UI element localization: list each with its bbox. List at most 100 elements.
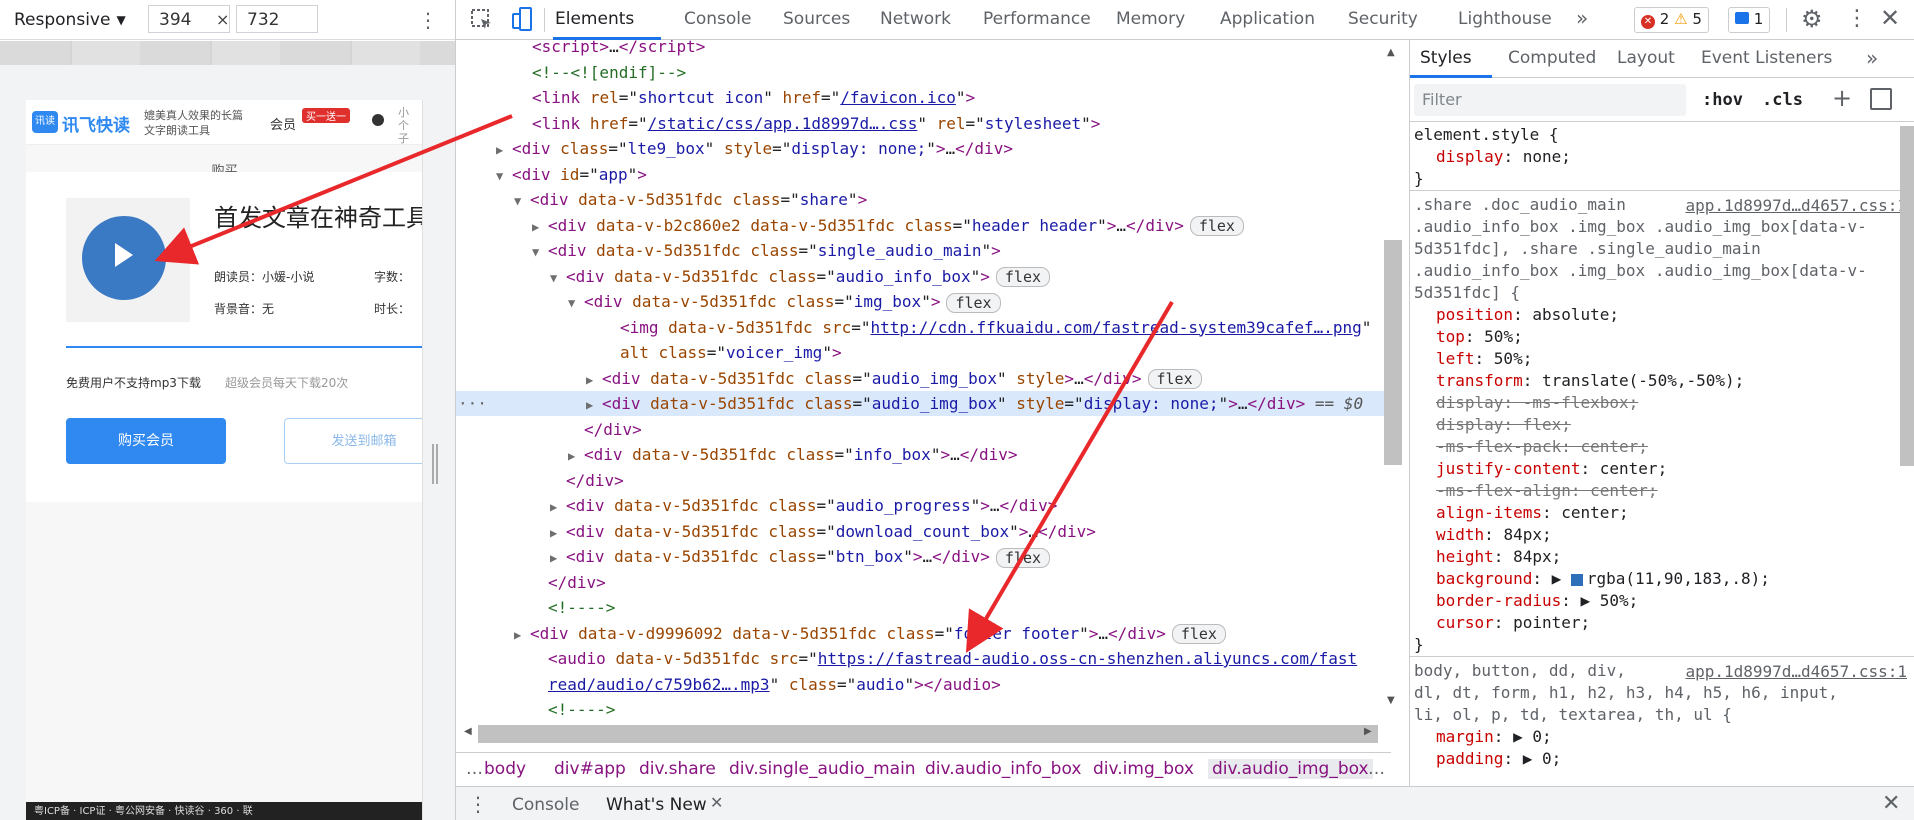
dom-node[interactable]: ▶ <div data-v-b2c860e2 data-v-5d351fdc cl… <box>456 213 1391 238</box>
drawer-menu-icon[interactable]: ⋮ <box>468 792 488 816</box>
style-declaration[interactable]: display: -ms-flexbox; <box>1436 392 1638 414</box>
buy-member-button[interactable]: 购买会员 <box>66 418 226 464</box>
dom-node[interactable]: read/audio/c759b62….mp3" class="audio"><… <box>456 672 1391 697</box>
tab-application[interactable]: Application <box>1220 9 1315 29</box>
style-declaration[interactable]: position: absolute; <box>1436 304 1619 326</box>
hov-toggle[interactable]: :hov <box>1702 90 1743 110</box>
new-style-rule-icon[interactable]: + <box>1832 84 1852 112</box>
rule-source-link[interactable]: app.1d8997d…d4657.css:1 <box>1685 196 1907 215</box>
style-declaration[interactable]: cursor: pointer; <box>1436 612 1590 634</box>
inspect-element-icon[interactable] <box>470 8 494 32</box>
issues-counter[interactable]: ✕ 2 ⚠ 5 <box>1634 7 1709 33</box>
dom-node[interactable]: <script>…</script> <box>456 40 1391 59</box>
messages-counter[interactable]: 1 <box>1728 7 1771 33</box>
username[interactable]: 小个子 <box>398 106 410 145</box>
dom-node[interactable]: <audio data-v-5d351fdc src="https://fast… <box>456 646 1391 671</box>
style-declaration[interactable]: background: ▶ rgba(11,90,183,.8); <box>1436 568 1770 590</box>
dom-tree[interactable]: <script>…</script> <!--<![endif]--> <link … <box>456 40 1391 725</box>
close-whats-new-icon[interactable]: ✕ <box>710 793 723 812</box>
dom-node[interactable]: ▶ <div data-v-5d351fdc class="info_box">…… <box>456 442 1391 467</box>
scroll-up-icon[interactable]: ▲ <box>1387 47 1395 58</box>
rule-selector[interactable]: li, ol, p, td, textarea, th, ul { <box>1414 704 1732 726</box>
toggle-sidebar-icon[interactable] <box>1870 88 1892 110</box>
breadcrumb-item[interactable]: div.single_audio_main <box>729 759 916 779</box>
dom-horizontal-scrollbar[interactable] <box>478 725 1378 743</box>
style-declaration[interactable]: margin: ▶ 0; <box>1436 726 1552 748</box>
breadcrumb-more-left[interactable]: … <box>466 759 483 779</box>
dom-node[interactable]: </div> <box>456 417 1391 442</box>
tab-computed[interactable]: Computed <box>1508 48 1596 68</box>
tab-memory[interactable]: Memory <box>1116 9 1185 29</box>
device-toolbar-icon[interactable] <box>510 6 534 34</box>
tab-sources[interactable]: Sources <box>783 9 850 29</box>
style-declaration[interactable]: display: none; <box>1436 146 1571 168</box>
tab-elements[interactable]: Elements <box>555 9 634 29</box>
dom-node[interactable]: ▼ <div data-v-5d351fdc class="share"> <box>456 187 1391 212</box>
audio-progress-bar[interactable] <box>66 346 422 348</box>
device-menu-icon[interactable]: ⋮ <box>418 8 438 32</box>
styles-scrollbar-thumb[interactable] <box>1900 126 1914 466</box>
audio-img-box[interactable] <box>82 216 166 300</box>
dom-node[interactable]: ▼ <div id="app"> <box>456 162 1391 187</box>
site-logo-icon[interactable]: 讯读 <box>32 111 58 133</box>
breadcrumb-item-active[interactable]: div.audio_img_box <box>1208 759 1373 779</box>
site-brand[interactable]: 讯飞快读 <box>62 111 130 136</box>
element-style-selector[interactable]: element.style { <box>1414 124 1559 146</box>
rule-selector[interactable]: 5d351fdc] { <box>1414 282 1520 304</box>
dom-node[interactable]: <!----> <box>456 595 1391 620</box>
tab-console[interactable]: Console <box>684 9 752 29</box>
breadcrumb-item[interactable]: div.audio_info_box <box>925 759 1081 779</box>
style-declaration[interactable]: -ms-flex-pack: center; <box>1436 436 1648 458</box>
user-icon[interactable] <box>372 114 384 126</box>
dom-scrollbar-thumb[interactable] <box>1384 240 1402 465</box>
cls-toggle[interactable]: .cls <box>1762 90 1803 110</box>
dropdown-triangle-icon[interactable]: ▼ <box>116 13 125 27</box>
style-declaration[interactable]: display: flex; <box>1436 414 1571 436</box>
breadcrumb-item[interactable]: div#app <box>554 759 626 779</box>
scroll-down-icon[interactable]: ▼ <box>1387 695 1395 706</box>
dom-node[interactable]: </div> <box>456 570 1391 595</box>
dom-node[interactable]: ▶ <div data-v-d9996092 data-v-5d351fdc cl… <box>456 621 1391 646</box>
dom-node[interactable]: ▶ <div data-v-5d351fdc class="audio_progr… <box>456 493 1391 518</box>
media-query-ruler[interactable] <box>0 41 455 65</box>
breadcrumb-more-right[interactable]: … <box>1368 759 1385 779</box>
play-icon[interactable] <box>115 243 133 267</box>
dom-node[interactable]: ▶ <div data-v-5d351fdc class="audio_img_b… <box>456 366 1391 391</box>
tab-lighthouse[interactable]: Lighthouse <box>1458 9 1552 29</box>
style-declaration[interactable]: border-radius: ▶ 50%; <box>1436 590 1638 612</box>
tab-styles[interactable]: Styles <box>1420 48 1472 68</box>
dom-node-selected[interactable]: ··· ▶ <div data-v-5d351fdc class="audio_im… <box>456 391 1391 416</box>
responsive-dropdown[interactable]: Responsive <box>14 10 110 30</box>
style-declaration[interactable]: top: 50%; <box>1436 326 1523 348</box>
tab-layout[interactable]: Layout <box>1617 48 1675 68</box>
rule-source-link[interactable]: app.1d8997d…d4657.css:1 <box>1685 662 1907 681</box>
dom-node[interactable]: <link rel="shortcut icon" href="/favicon… <box>456 85 1391 110</box>
rule-close[interactable]: } <box>1414 634 1424 656</box>
rule-selector[interactable]: .share .doc_audio_main <box>1414 194 1626 216</box>
dom-node[interactable]: <img data-v-5d351fdc src="http://cdn.ffk… <box>456 315 1391 340</box>
close-drawer-icon[interactable]: ✕ <box>1882 791 1900 816</box>
tab-event-listeners[interactable]: Event Listeners <box>1701 48 1832 68</box>
dom-node[interactable]: ▶ <div data-v-5d351fdc class="btn_box">…<… <box>456 544 1391 569</box>
style-declaration[interactable]: height: 84px; <box>1436 546 1561 568</box>
rule-selector[interactable]: .audio_info_box .img_box .audio_img_box[… <box>1414 260 1867 282</box>
breadcrumb-item[interactable]: div.img_box <box>1093 759 1194 779</box>
dom-node[interactable]: <!--<![endif]--> <box>456 60 1391 85</box>
dom-node[interactable]: alt class="voicer_img"> <box>456 340 1391 365</box>
dom-node[interactable]: ▶ <div data-v-5d351fdc class="download_co… <box>456 519 1391 544</box>
settings-gear-icon[interactable]: ⚙ <box>1801 5 1823 33</box>
dom-node[interactable]: <!----> <box>456 697 1391 722</box>
viewport-resize-handle[interactable] <box>432 444 438 484</box>
more-styles-tabs-icon[interactable]: » <box>1866 46 1878 70</box>
style-declaration[interactable]: -ms-flex-align: center; <box>1436 480 1658 502</box>
dom-node[interactable]: </div> <box>456 468 1391 493</box>
dom-node[interactable]: <link href="/static/css/app.1d8997d….css… <box>456 111 1391 136</box>
style-declaration[interactable]: align-items: center; <box>1436 502 1629 524</box>
rule-close[interactable]: } <box>1414 168 1424 190</box>
tab-security[interactable]: Security <box>1348 9 1418 29</box>
device-height-input[interactable]: 732 <box>236 5 318 33</box>
dom-node[interactable]: ▼ <div data-v-5d351fdc class="audio_info_… <box>456 264 1391 289</box>
rule-selector[interactable]: .audio_info_box .img_box .audio_img_box[… <box>1414 216 1867 238</box>
style-declaration[interactable]: width: 84px; <box>1436 524 1552 546</box>
drawer-tab-whats-new[interactable]: What's New <box>606 795 707 815</box>
